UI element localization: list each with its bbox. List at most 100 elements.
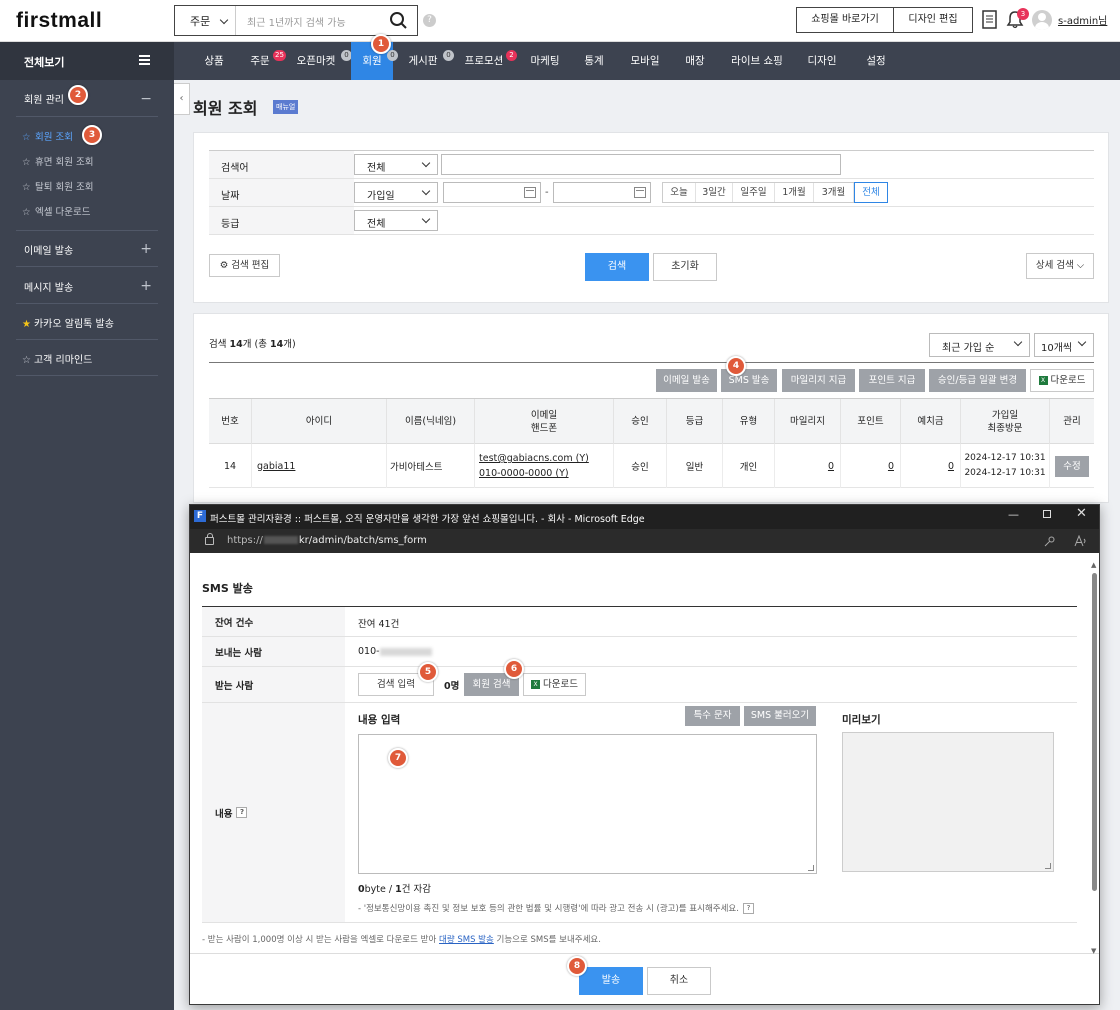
nav-item-settings[interactable]: 설정	[854, 42, 898, 80]
nav-item-promotion[interactable]: 프로모션	[458, 42, 510, 80]
minimize-icon[interactable]: —	[1008, 508, 1019, 521]
key-icon[interactable]	[1044, 536, 1055, 547]
expand-icon[interactable]: +	[140, 242, 152, 256]
sidebar-section-kakao[interactable]: ★ 카카오 알림톡 발송	[0, 315, 174, 330]
nav-item-mobile[interactable]: 모바일	[622, 42, 668, 80]
mileage-link[interactable]: 0	[828, 461, 834, 472]
sidebar-item-member-search[interactable]: ☆ 회원 조회	[22, 129, 73, 143]
search-button[interactable]: 검색	[585, 253, 649, 281]
nav-item-orders[interactable]: 주문	[240, 42, 280, 80]
range-week-button[interactable]: 일주일	[733, 183, 775, 202]
reset-button[interactable]: 초기화	[653, 253, 717, 281]
deposit-link[interactable]: 0	[948, 461, 954, 472]
sidebar-item-withdrawn-members[interactable]: ☆ 탈퇴 회원 조회	[22, 179, 93, 193]
mileage-give-button[interactable]: 마일리지 지급	[782, 369, 855, 392]
scrollbar-thumb[interactable]	[1092, 573, 1097, 891]
edit-member-button[interactable]: 수정	[1055, 455, 1089, 477]
calendar-icon[interactable]	[634, 187, 646, 198]
send-button[interactable]: 발송	[579, 967, 643, 995]
resize-handle-icon[interactable]	[808, 865, 814, 871]
nav-item-live-shopping[interactable]: 라이브 쇼핑	[724, 42, 790, 80]
range-all-button[interactable]: 전체	[854, 182, 888, 203]
help-icon[interactable]: ?	[423, 14, 436, 27]
top-header: firstmall 주문 최근 1년까지 검색 가능 ? 쇼핑몰 바로가기 디자…	[0, 0, 1120, 42]
manual-badge[interactable]: 매뉴얼	[273, 100, 299, 114]
expand-icon[interactable]: +	[140, 279, 152, 293]
nav-item-statistics[interactable]: 통계	[574, 42, 614, 80]
design-edit-button[interactable]: 디자인 편집	[893, 7, 973, 33]
member-phone-link[interactable]: 010-0000-0000 (Y)	[479, 466, 569, 481]
star-filled-icon[interactable]: ★	[22, 319, 31, 330]
popup-scrollbar[interactable]: ▲ ▼	[1091, 561, 1098, 956]
star-icon[interactable]: ☆	[22, 157, 35, 168]
sidebar-section-remind[interactable]: ☆ 고객 리마인드	[0, 351, 174, 366]
start-date-input[interactable]	[443, 182, 541, 203]
sidebar-item-excel-download[interactable]: ☆ 엑셀 다운로드	[22, 204, 90, 218]
special-char-button[interactable]: 특수 문자	[685, 706, 740, 726]
popup-address-bar[interactable]: https:// kr/admin/batch/sms_form	[190, 529, 1099, 553]
sidebar-item-dormant-members[interactable]: ☆ 휴면 회원 조회	[22, 154, 93, 168]
search-icon[interactable]	[389, 11, 408, 30]
star-icon[interactable]: ☆	[22, 132, 35, 143]
keyword-input[interactable]	[441, 154, 841, 175]
nav-item-board[interactable]: 게시판	[403, 42, 443, 80]
nav-item-openmarket[interactable]: 오픈마켓	[291, 42, 341, 80]
bulk-grade-change-button[interactable]: 승인/등급 일괄 변경	[929, 369, 1026, 392]
star-icon[interactable]: ☆	[22, 182, 35, 193]
scroll-down-icon[interactable]: ▼	[1091, 947, 1096, 955]
bulk-sms-link[interactable]: 대량 SMS 발송	[439, 935, 494, 945]
nav-item-marketing[interactable]: 마케팅	[524, 42, 566, 80]
email-send-button[interactable]: 이메일 발송	[656, 369, 717, 392]
firstmall-logo[interactable]: firstmall	[16, 9, 102, 33]
popup-titlebar: F 퍼스트몰 관리자환경 :: 퍼스트몰, 오직 운영자만을 생각한 가장 앞선…	[190, 505, 1099, 529]
keyword-type-select[interactable]: 전체	[354, 154, 438, 175]
point-give-button[interactable]: 포인트 지급	[859, 369, 925, 392]
scroll-up-icon[interactable]: ▲	[1091, 561, 1096, 569]
search-input[interactable]: 최근 1년까지 검색 가능	[247, 14, 346, 29]
detail-search-button[interactable]: 상세 검색 ⌵	[1026, 253, 1094, 279]
member-id-link[interactable]: gabia11	[257, 461, 295, 472]
read-aloud-icon[interactable]	[1074, 535, 1088, 547]
search-scope-select[interactable]: 주문	[175, 6, 236, 35]
sms-load-button[interactable]: SMS 불러오기	[744, 706, 816, 726]
collapse-icon[interactable]: −	[140, 92, 152, 106]
help-icon[interactable]: ?	[236, 807, 248, 818]
hamburger-icon[interactable]	[139, 55, 150, 65]
grade-select[interactable]: 전체	[354, 210, 438, 231]
cell-grade: 일반	[667, 444, 723, 488]
avatar[interactable]	[1032, 10, 1052, 30]
star-icon[interactable]: ☆	[22, 207, 35, 218]
range-today-button[interactable]: 오늘	[663, 183, 696, 202]
range-1month-button[interactable]: 1개월	[775, 183, 814, 202]
date-type-select[interactable]: 가입일	[354, 182, 438, 203]
sidebar: 전체보기 회원 관리 − ☆ 회원 조회 ☆ 휴면 회원 조회 ☆ 탈퇴 회원 조회 …	[0, 42, 174, 1010]
sidebar-collapse-toggle[interactable]: ‹	[174, 83, 190, 115]
point-link[interactable]: 0	[888, 461, 894, 472]
range-3days-button[interactable]: 3일간	[696, 183, 733, 202]
col-name: 이름(닉네임)	[387, 399, 475, 444]
download-button[interactable]: X 다운로드	[1030, 369, 1094, 392]
star-icon[interactable]: ☆	[22, 355, 31, 366]
sort-select[interactable]: 최근 가입 순	[929, 333, 1030, 357]
page-size-select[interactable]: 10개씩	[1034, 333, 1094, 357]
sms-form-table: 잔여 건수 잔여 41건 보내는 사람 010- 받는 사람 검색 입력 0명 …	[202, 606, 1077, 923]
range-3months-button[interactable]: 3개월	[814, 183, 854, 202]
nav-item-products[interactable]: 상품	[192, 42, 236, 80]
nav-item-design[interactable]: 디자인	[800, 42, 844, 80]
maximize-icon[interactable]	[1043, 510, 1051, 518]
cancel-button[interactable]: 취소	[647, 967, 711, 995]
calendar-icon[interactable]	[524, 187, 536, 198]
nav-item-store[interactable]: 매장	[674, 42, 716, 80]
document-icon[interactable]	[982, 10, 997, 29]
shop-shortcut-button[interactable]: 쇼핑몰 바로가기	[796, 7, 894, 33]
search-edit-button[interactable]: ⚙ 검색 편집	[209, 254, 280, 277]
sms-content-textarea[interactable]	[358, 734, 817, 874]
member-email-link[interactable]: test@gabiacns.com (Y)	[479, 451, 589, 466]
username-link[interactable]: s-admin님	[1058, 12, 1107, 27]
sidebar-all-menu[interactable]: 전체보기	[0, 42, 174, 80]
url-prefix: https://	[227, 535, 263, 546]
receiver-download-button[interactable]: X 다운로드	[523, 673, 586, 696]
close-icon[interactable]: ✕	[1076, 506, 1087, 521]
end-date-input[interactable]	[553, 182, 651, 203]
help-icon[interactable]: ?	[742, 903, 754, 914]
